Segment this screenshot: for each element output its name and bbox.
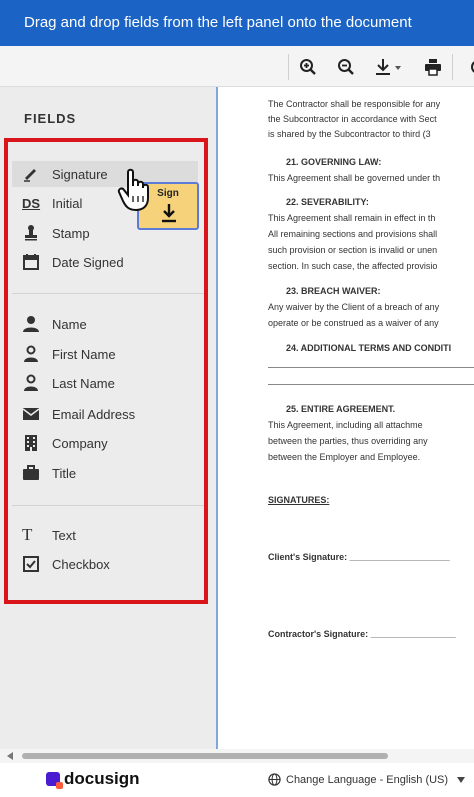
doc-line: The Contractor shall be responsible for … [268, 99, 441, 109]
language-label: Change Language - English (US) [286, 773, 449, 786]
hand-cursor-icon [117, 168, 149, 212]
document-viewer[interactable]: The Contractor shall be responsible for … [216, 87, 474, 749]
change-language-button[interactable]: Change Language - English (US) [268, 773, 466, 786]
print-icon[interactable] [420, 54, 446, 80]
doc-line: operate or be construed as a waiver of a… [268, 318, 439, 328]
doc-line: This Agreement shall be governed under t… [268, 173, 441, 183]
doc-heading: 24. ADDITIONAL TERMS AND CONDITI [286, 343, 452, 353]
banner-text: Drag and drop fields from the left panel… [24, 14, 412, 31]
fields-heading: FIELDS [24, 111, 77, 126]
globe-icon [268, 773, 281, 786]
docusign-mark-icon [46, 772, 63, 789]
signatures-heading: SIGNATURES: [268, 495, 330, 505]
doc-line: Any waiver by the Client of a breach of … [268, 302, 440, 312]
blank-line [268, 367, 474, 368]
doc-line: such provision or section is invalid or … [268, 245, 438, 255]
docusign-logo: docusign [46, 769, 140, 789]
doc-heading: 22. SEVERABILITY: [286, 197, 369, 207]
contractor-signature-line[interactable]: Contractor's Signature: ________________… [268, 629, 456, 639]
download-arrow-icon [162, 204, 176, 223]
doc-line: This Agreement shall remain in effect in… [268, 213, 436, 223]
doc-line: This Agreement, including all attachme [268, 420, 423, 430]
doc-line: All remaining sections and provisions sh… [268, 229, 438, 239]
toolbar-divider [288, 54, 289, 80]
toolbar [0, 46, 474, 87]
doc-heading: 23. BREACH WAIVER: [286, 286, 381, 296]
brand-name: docusign [64, 769, 140, 788]
chevron-down-icon [457, 776, 466, 783]
scroll-left-icon[interactable] [6, 752, 14, 760]
horizontal-scrollbar[interactable] [0, 749, 474, 763]
scrollbar-thumb[interactable] [22, 753, 388, 759]
blank-line [268, 384, 474, 385]
footer: docusign Change Language - English (US) [0, 763, 474, 797]
doc-line: between the parties, thus overriding any [268, 436, 428, 446]
doc-line: is shared by the Subcontractor to third … [268, 129, 431, 139]
doc-line: section. In such case, the affected prov… [268, 261, 438, 271]
zoom-in-icon[interactable] [295, 54, 321, 80]
doc-heading: 25. ENTIRE AGREEMENT. [286, 404, 396, 414]
client-signature-line[interactable]: Client's Signature: ____________________ [268, 552, 450, 562]
zoom-out-icon[interactable] [333, 54, 359, 80]
download-icon[interactable] [372, 54, 406, 80]
toolbar-divider [452, 54, 453, 80]
instruction-banner: Drag and drop fields from the left panel… [0, 0, 474, 46]
doc-heading: 21. GOVERNING LAW: [286, 157, 382, 167]
doc-line: between the Employer and Employee. [268, 452, 421, 462]
doc-line: the Subcontractor in accordance with Sec… [268, 114, 437, 124]
more-icon[interactable] [460, 54, 474, 80]
